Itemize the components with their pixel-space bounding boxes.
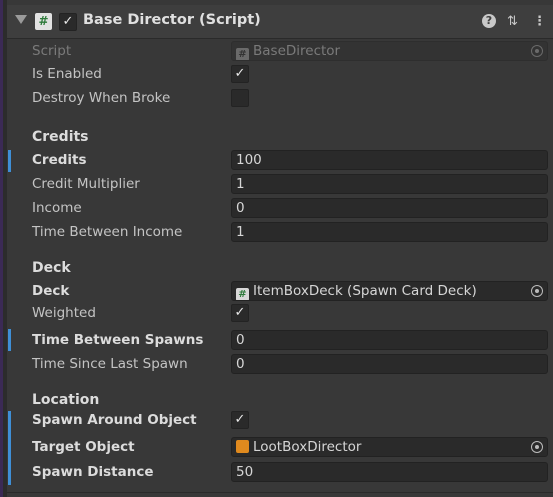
- income-input[interactable]: 0: [231, 198, 548, 218]
- component-header[interactable]: # ✓ Base Director (Script) ? ⇅ ⋮: [7, 5, 553, 39]
- time-between-income-input[interactable]: 1: [231, 222, 548, 242]
- weighted-checkbox[interactable]: ✓: [231, 304, 249, 322]
- time-between-spawns-row: Time Between Spawns 0: [7, 329, 553, 351]
- deck-section-header: Deck: [32, 260, 71, 276]
- destroy-when-broke-checkbox[interactable]: [231, 89, 249, 107]
- location-section-header: Location: [32, 392, 100, 408]
- script-icon: #: [35, 13, 52, 30]
- time-between-income-label: Time Between Income: [32, 224, 183, 240]
- weighted-label: Weighted: [32, 305, 96, 321]
- is-enabled-row: Is Enabled ✓: [7, 63, 553, 85]
- script-row: Script # BaseDirector: [7, 40, 553, 62]
- weighted-row: Weighted ✓: [7, 302, 553, 324]
- script-field: # BaseDirector: [231, 41, 548, 61]
- panel-divider: [7, 492, 553, 493]
- inspector-panel: # ✓ Base Director (Script) ? ⇅ ⋮ Script …: [7, 0, 553, 497]
- target-object-value: LootBoxDirector: [253, 439, 362, 455]
- income-row: Income 0: [7, 197, 553, 219]
- deck-value: ItemBoxDeck (Spawn Card Deck): [253, 283, 477, 299]
- object-picker-icon: [531, 45, 543, 57]
- time-between-spawns-label: Time Between Spawns: [32, 332, 204, 348]
- target-object-row: Target Object LootBoxDirector: [7, 436, 553, 458]
- preset-icon[interactable]: ⇅: [507, 14, 518, 29]
- component-enabled-checkbox[interactable]: ✓: [59, 13, 77, 31]
- left-edge-strip: [0, 0, 7, 497]
- menu-icon[interactable]: ⋮: [533, 14, 546, 29]
- script-value: BaseDirector: [253, 43, 341, 59]
- object-picker-icon[interactable]: [531, 285, 543, 297]
- credit-multiplier-input[interactable]: 1: [231, 174, 548, 194]
- deck-row: Deck # ItemBoxDeck (Spawn Card Deck): [7, 280, 553, 302]
- credit-multiplier-label: Credit Multiplier: [32, 176, 140, 192]
- script-label: Script: [32, 43, 72, 59]
- is-enabled-checkbox[interactable]: ✓: [231, 65, 249, 83]
- destroy-when-broke-row: Destroy When Broke: [7, 87, 553, 109]
- component-title: Base Director (Script): [83, 12, 261, 28]
- time-between-spawns-input[interactable]: 0: [231, 330, 548, 350]
- target-object-label: Target Object: [32, 439, 135, 455]
- foldout-arrow-icon[interactable]: [15, 15, 27, 24]
- time-between-income-row: Time Between Income 1: [7, 221, 553, 243]
- deck-label: Deck: [32, 283, 70, 299]
- income-label: Income: [32, 200, 82, 216]
- is-enabled-label: Is Enabled: [32, 66, 102, 82]
- destroy-when-broke-label: Destroy When Broke: [32, 90, 171, 106]
- spawn-around-object-row: Spawn Around Object ✓: [7, 409, 553, 485]
- target-object-field[interactable]: LootBoxDirector: [231, 437, 548, 457]
- spawn-distance-label: Spawn Distance: [32, 464, 154, 480]
- deck-object-field[interactable]: # ItemBoxDeck (Spawn Card Deck): [231, 281, 548, 301]
- override-marker: [8, 329, 11, 351]
- script-file-icon: #: [236, 288, 249, 300]
- credits-row: Credits 100: [7, 149, 553, 172]
- credits-label: Credits: [32, 152, 87, 168]
- object-picker-icon[interactable]: [531, 441, 543, 453]
- credits-input[interactable]: 100: [231, 150, 548, 170]
- time-since-last-spawn-row: Time Since Last Spawn 0: [7, 353, 553, 375]
- spawn-around-object-checkbox[interactable]: ✓: [231, 411, 249, 429]
- time-since-last-spawn-label: Time Since Last Spawn: [32, 356, 188, 372]
- help-icon[interactable]: ?: [482, 14, 496, 28]
- credit-multiplier-row: Credit Multiplier 1: [7, 173, 553, 195]
- script-file-icon: #: [236, 48, 249, 60]
- time-since-last-spawn-input[interactable]: 0: [231, 354, 548, 374]
- prefab-icon: [236, 440, 249, 453]
- credits-section-header: Credits: [32, 129, 89, 145]
- spawn-distance-input[interactable]: 50: [231, 462, 548, 482]
- spawn-distance-row: Spawn Distance 50: [7, 461, 553, 483]
- override-marker: [8, 150, 11, 172]
- spawn-around-object-label: Spawn Around Object: [32, 412, 197, 428]
